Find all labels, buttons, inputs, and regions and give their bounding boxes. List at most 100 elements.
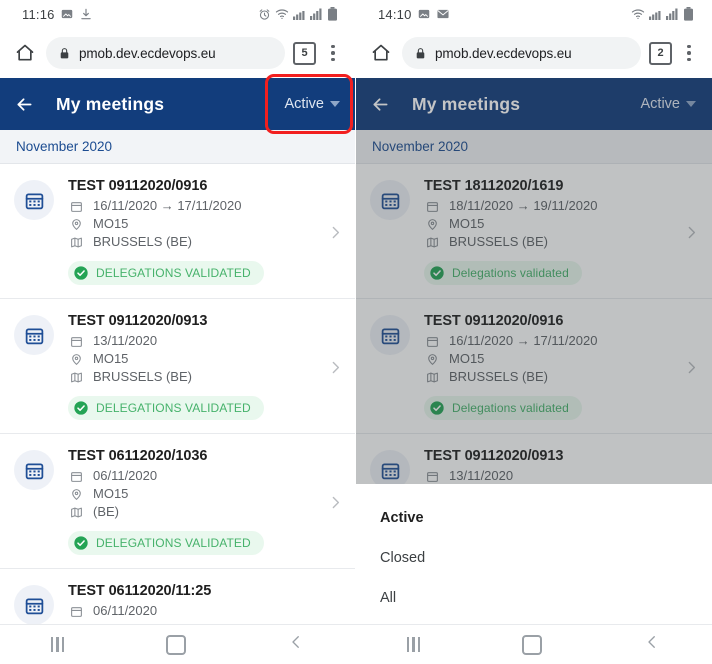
lock-icon bbox=[60, 47, 69, 58]
chevron-right-icon[interactable] bbox=[327, 224, 344, 241]
filter-option-active[interactable]: Active bbox=[356, 498, 712, 538]
meeting-city: (BE) bbox=[93, 504, 119, 519]
meeting-title: TEST 09112020/0916 bbox=[68, 178, 208, 194]
meeting-card[interactable]: TEST 09112020/0913 13/11/2020 MO15 BRUSSELS… bbox=[0, 299, 356, 434]
status-bar-right bbox=[631, 0, 694, 28]
home-icon[interactable] bbox=[371, 43, 391, 63]
map-icon bbox=[70, 237, 82, 247]
status-badge: DELEGATIONS VALIDATED bbox=[68, 261, 264, 285]
address-bar[interactable]: pmob.dev.ecdevops.eu bbox=[402, 37, 641, 69]
address-bar[interactable]: pmob.dev.ecdevops.eu bbox=[46, 37, 285, 69]
meeting-card[interactable]: TEST 06112020/1036 06/11/2020 MO15 (BE) DELE… bbox=[0, 434, 356, 569]
home-icon[interactable] bbox=[165, 634, 186, 655]
meeting-dates: 06/11/2020 bbox=[93, 603, 158, 618]
calendar-icon bbox=[70, 471, 82, 482]
lock-icon bbox=[58, 47, 71, 60]
meeting-city-row: BRUSSELS (BE) bbox=[68, 234, 324, 250]
kebab-menu-icon[interactable] bbox=[676, 38, 702, 68]
status-bar-time: 11:16 bbox=[22, 6, 55, 22]
avatar bbox=[14, 315, 54, 355]
meeting-city: BRUSSELS (BE) bbox=[93, 234, 192, 249]
wifi-icon bbox=[631, 9, 645, 20]
location-pin-icon bbox=[71, 218, 81, 230]
wifi-icon bbox=[275, 9, 289, 20]
back-button[interactable] bbox=[14, 94, 44, 115]
kebab-menu-icon[interactable] bbox=[320, 38, 346, 68]
browser-toolbar: pmob.dev.ecdevops.eu 2 bbox=[356, 28, 712, 78]
appbar-dim-overlay bbox=[356, 78, 712, 130]
meeting-dates: 06/11/2020 bbox=[93, 468, 158, 483]
calendar-icon bbox=[68, 200, 84, 213]
signal-icon bbox=[666, 8, 678, 20]
status-bar-left: 14:10 bbox=[378, 7, 450, 22]
image-icon bbox=[417, 7, 431, 21]
status-badge: DELEGATIONS VALIDATED bbox=[68, 531, 264, 555]
recents-icon[interactable] bbox=[50, 637, 65, 652]
filter-dropdown-label: Active bbox=[284, 96, 325, 112]
home-icon[interactable] bbox=[15, 43, 35, 63]
meeting-title: TEST 06112020/11:25 bbox=[68, 583, 212, 599]
home-button[interactable] bbox=[366, 43, 396, 63]
android-nav-bar bbox=[356, 624, 712, 664]
image-icon bbox=[418, 9, 429, 19]
phone-panel-left: 11:16 pmob.dev.ecdevops.eu 5 My meetings Act… bbox=[0, 0, 356, 664]
status-bar: 11:16 bbox=[0, 0, 356, 28]
status-bar-time: 14:10 bbox=[378, 6, 412, 22]
meeting-city-row: BRUSSELS (BE) bbox=[68, 369, 324, 385]
back-icon[interactable] bbox=[287, 633, 305, 651]
chevron-right-icon[interactable] bbox=[324, 494, 346, 511]
calendar-icon bbox=[25, 328, 43, 344]
meeting-card[interactable]: TEST 09112020/0916 16/11/2020 → 17/11/202… bbox=[0, 164, 356, 299]
tab-counter-button[interactable]: 2 bbox=[649, 41, 672, 65]
meeting-list: TEST 09112020/0916 16/11/2020 → 17/11/202… bbox=[0, 164, 356, 624]
browser-toolbar: pmob.dev.ecdevops.eu 5 bbox=[0, 28, 356, 78]
avatar bbox=[14, 450, 54, 490]
chevron-right-icon[interactable] bbox=[324, 359, 346, 376]
calendar-icon bbox=[70, 606, 82, 617]
app-header: My meetings Active bbox=[356, 78, 712, 130]
meeting-dates-row: 06/11/2020 bbox=[68, 603, 346, 619]
mail-icon bbox=[436, 7, 450, 21]
chevron-down-icon bbox=[330, 101, 340, 107]
status-badge-label: DELEGATIONS VALIDATED bbox=[96, 536, 251, 550]
back-icon[interactable] bbox=[643, 633, 661, 656]
home-icon[interactable] bbox=[521, 634, 542, 655]
back-arrow-icon[interactable] bbox=[14, 94, 35, 115]
filter-bottom-sheet: Active Closed All bbox=[356, 484, 712, 624]
filter-option-all[interactable]: All bbox=[356, 578, 712, 618]
back-icon[interactable] bbox=[287, 633, 305, 656]
status-badge-label: DELEGATIONS VALIDATED bbox=[96, 266, 251, 280]
image-icon bbox=[60, 7, 74, 21]
filter-option-closed[interactable]: Closed bbox=[356, 538, 712, 578]
meeting-list-scroll[interactable]: November 2020 TEST 09112020/0916 16/11/202… bbox=[0, 130, 356, 624]
download-icon bbox=[80, 8, 91, 20]
location-pin-icon bbox=[68, 218, 84, 231]
page-title: My meetings bbox=[56, 93, 165, 114]
map-icon bbox=[70, 507, 82, 517]
filter-dropdown-button[interactable]: Active bbox=[279, 90, 343, 118]
calendar-icon bbox=[68, 470, 84, 483]
map-icon bbox=[68, 371, 84, 384]
home-button[interactable] bbox=[10, 43, 40, 63]
meeting-dates: 16/11/2020 → 17/11/2020 bbox=[93, 198, 242, 213]
calendar-icon bbox=[68, 335, 84, 348]
app-header: My meetings Active bbox=[0, 78, 356, 130]
lock-icon bbox=[414, 47, 427, 60]
map-icon bbox=[68, 236, 84, 249]
check-circle-icon bbox=[74, 401, 88, 415]
status-bar: 14:10 bbox=[356, 0, 712, 28]
tab-counter-button[interactable]: 5 bbox=[293, 41, 316, 65]
meeting-dates-row: 13/11/2020 bbox=[68, 333, 324, 349]
chevron-right-icon[interactable] bbox=[327, 359, 344, 376]
meeting-card[interactable]: TEST 06112020/11:2506/11/2020MO15 bbox=[0, 569, 356, 624]
month-header: November 2020 bbox=[0, 130, 356, 164]
meeting-room: MO15 bbox=[93, 216, 129, 231]
recents-icon[interactable] bbox=[406, 637, 421, 652]
url-text: pmob.dev.ecdevops.eu bbox=[79, 45, 216, 61]
signal-icon bbox=[293, 10, 305, 20]
calendar-icon bbox=[70, 336, 82, 347]
chevron-right-icon[interactable] bbox=[327, 494, 344, 511]
status-bar-right bbox=[258, 0, 338, 28]
chevron-right-icon[interactable] bbox=[324, 224, 346, 241]
back-icon[interactable] bbox=[643, 633, 661, 651]
